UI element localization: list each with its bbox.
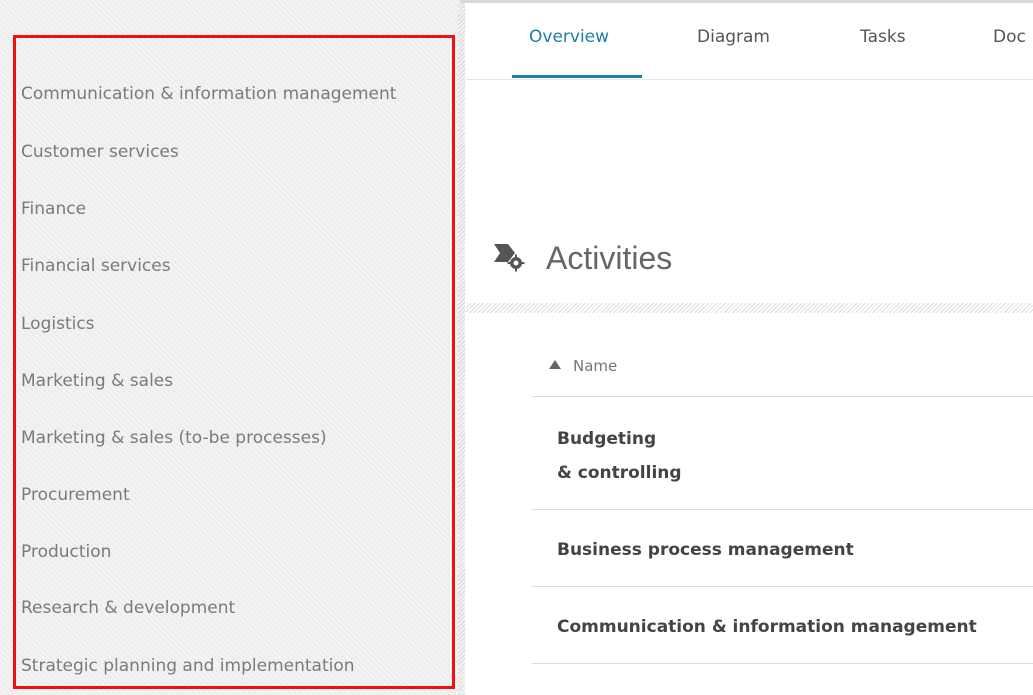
activity-row-business-process[interactable]: Business process management [557, 536, 854, 564]
tab-overview[interactable]: Overview [529, 26, 609, 48]
section-divider [466, 303, 1033, 313]
column-header-name[interactable]: Name [573, 356, 617, 376]
sidebar-resize-handle[interactable] [458, 3, 465, 695]
tab-tasks[interactable]: Tasks [860, 26, 906, 48]
row-divider [532, 509, 1033, 510]
tabs-divider [466, 79, 1033, 80]
activities-gear-icon [494, 244, 525, 272]
activity-row-communication[interactable]: Communication & information management [557, 613, 977, 641]
activity-row-budgeting-line1[interactable]: Budgeting [557, 425, 656, 453]
sort-ascending-icon[interactable] [549, 360, 561, 369]
tab-documents[interactable]: Doc [993, 26, 1026, 48]
sidebar-highlight-box [13, 35, 455, 689]
row-divider [532, 396, 1033, 397]
active-tab-indicator [512, 75, 642, 78]
activity-row-budgeting-line2[interactable]: & controlling [557, 459, 682, 487]
section-title-activities: Activities [546, 240, 673, 276]
row-divider [532, 586, 1033, 587]
tab-diagram[interactable]: Diagram [697, 26, 770, 48]
row-divider [532, 663, 1033, 664]
